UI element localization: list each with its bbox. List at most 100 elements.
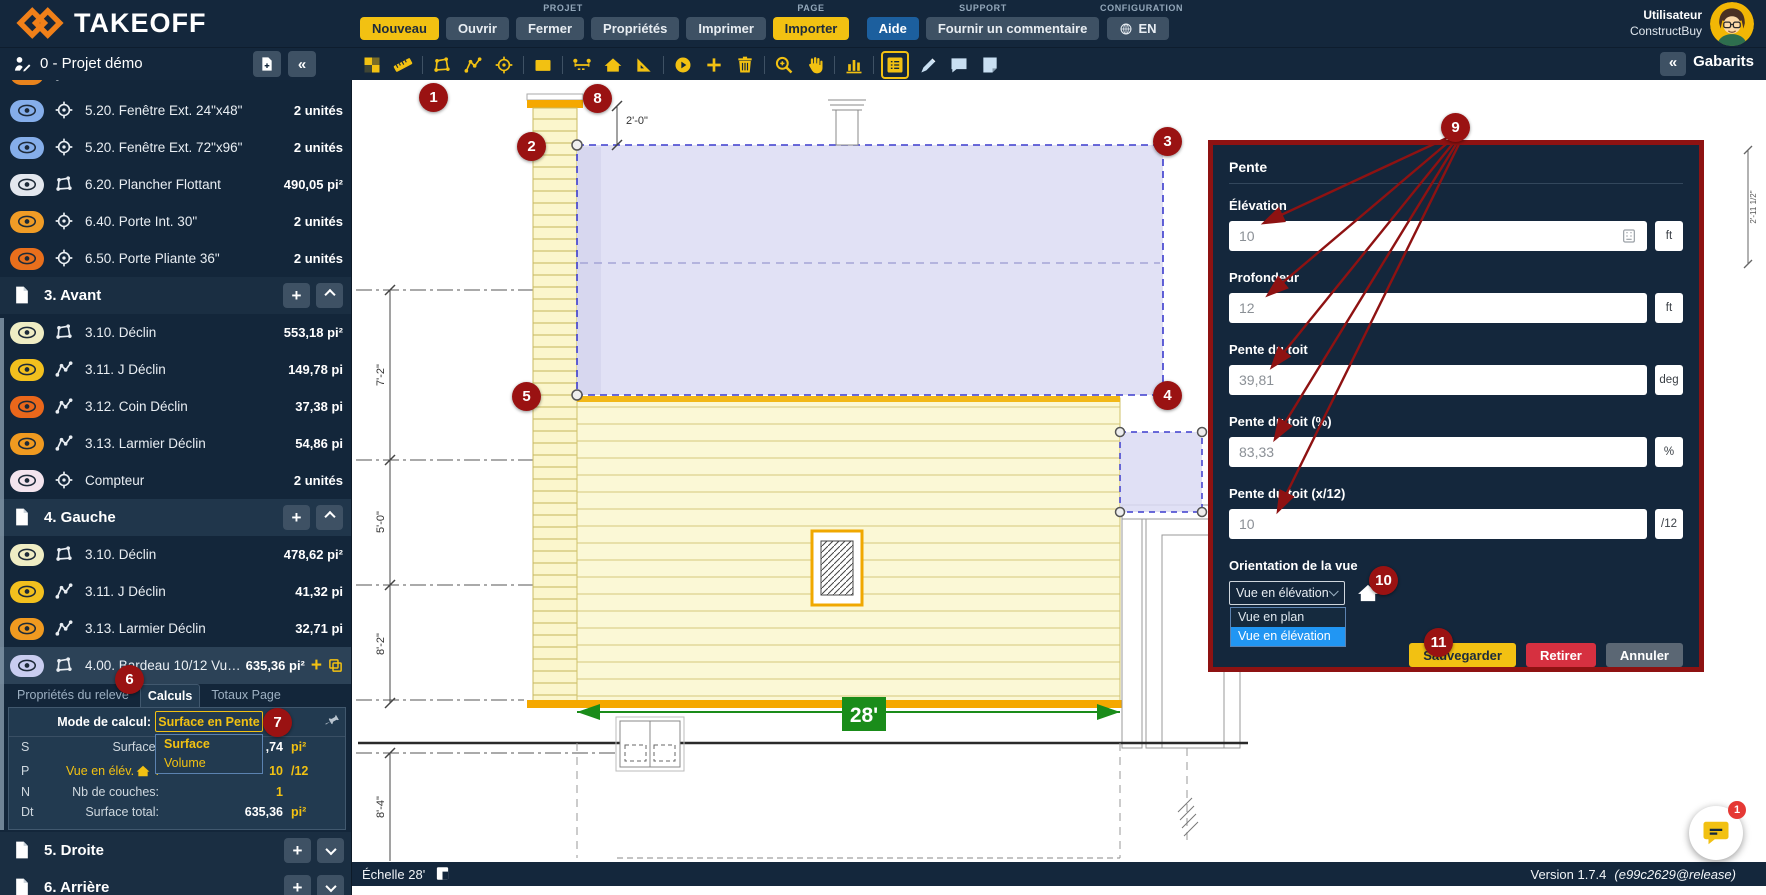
page-group-row[interactable]: 4. Gauche + xyxy=(0,499,351,536)
dialog-button[interactable]: Retirer xyxy=(1526,643,1596,667)
avatar[interactable] xyxy=(1710,2,1754,46)
add-item-button[interactable]: + xyxy=(284,838,311,863)
play-icon[interactable] xyxy=(671,53,695,77)
header-button[interactable]: Propriétés xyxy=(591,17,679,40)
takeoff-list-item[interactable]: 3.10. Déclin 478,62 pi² xyxy=(0,536,351,573)
comment-icon[interactable] xyxy=(947,53,971,77)
mode-option[interactable]: Surface xyxy=(156,735,262,754)
visibility-eye-toggle[interactable] xyxy=(10,470,44,492)
keypad-icon[interactable] xyxy=(1621,227,1637,245)
visibility-eye-toggle[interactable] xyxy=(10,433,44,455)
gable-selection[interactable] xyxy=(577,145,1163,395)
orientation-option[interactable]: Vue en plan xyxy=(1231,608,1345,627)
orientation-select[interactable]: Vue en élévation Vue en planVue en éléva… xyxy=(1229,581,1345,605)
header-button[interactable]: Importer xyxy=(773,17,850,40)
takeoff-list-item[interactable]: 3.11. J Déclin 41,32 pi xyxy=(0,573,351,610)
dialog-button[interactable]: Annuler xyxy=(1606,643,1683,667)
zoom-in-icon[interactable] xyxy=(772,53,796,77)
small-selection[interactable] xyxy=(1120,432,1202,512)
value-input[interactable]: 12 xyxy=(1229,293,1647,323)
header-button[interactable]: Nouveau xyxy=(360,17,439,40)
polyline-icon[interactable] xyxy=(461,53,485,77)
ruler-icon[interactable] xyxy=(391,53,415,77)
calc-label[interactable]: Surface total: xyxy=(17,805,159,819)
calc-label[interactable]: Nb de couches: xyxy=(17,785,159,799)
header-button[interactable]: Fournir un commentaire xyxy=(926,17,1100,40)
takeoff-list-item[interactable]: 5.20. Fenêtre Ext. 24"x48" 2 unités xyxy=(0,92,351,129)
visibility-eye-toggle[interactable] xyxy=(10,100,44,122)
add-item-button[interactable]: + xyxy=(283,283,310,308)
visibility-eye-toggle[interactable] xyxy=(10,359,44,381)
add-item-button[interactable]: + xyxy=(284,875,311,895)
mode-select[interactable]: Surface en Pente xyxy=(155,711,263,732)
page-orientation-icon[interactable] xyxy=(435,866,450,882)
visibility-eye-toggle[interactable] xyxy=(10,137,44,159)
visibility-eye-toggle[interactable] xyxy=(10,174,44,196)
visibility-eye-toggle[interactable] xyxy=(10,618,44,640)
dimension-icon[interactable] xyxy=(570,53,594,77)
takeoff-list-item[interactable]: 2.00. Cloison Int. xyxy=(0,80,351,92)
takeoff-list-item[interactable]: Compteur 2 unités xyxy=(0,462,351,499)
visibility-eye-toggle[interactable] xyxy=(10,396,44,418)
collapse-group-button[interactable] xyxy=(316,505,343,530)
value-input[interactable]: 10 xyxy=(1229,221,1647,251)
mode-option[interactable]: Volume xyxy=(156,754,262,773)
trash-icon[interactable] xyxy=(733,53,757,77)
visibility-eye-toggle[interactable] xyxy=(10,211,44,233)
takeoff-list-item[interactable]: 3.13. Larmier Déclin 32,71 pi xyxy=(0,610,351,647)
pan-hand-icon[interactable] xyxy=(803,53,827,77)
value-input[interactable]: 39,81 xyxy=(1229,365,1647,395)
expand-group-button[interactable] xyxy=(317,838,344,863)
collapse-sidebar-button[interactable]: « xyxy=(288,51,316,77)
highlighter-icon[interactable] xyxy=(916,53,940,77)
add-measure-button[interactable]: + xyxy=(311,656,322,675)
takeoff-list-item[interactable]: 6.20. Plancher Flottant 490,05 pi² xyxy=(0,166,351,203)
header-button[interactable]: Ouvrir xyxy=(446,17,509,40)
gabarits-label[interactable]: Gabarits xyxy=(1693,53,1754,70)
polygon-icon[interactable] xyxy=(430,53,454,77)
visibility-eye-toggle[interactable] xyxy=(10,655,44,677)
roof-pitch-icon[interactable] xyxy=(601,53,625,77)
collapse-gabarits-button[interactable]: « xyxy=(1660,52,1686,76)
visibility-eye-toggle[interactable] xyxy=(10,322,44,344)
rectangle-icon[interactable] xyxy=(531,53,555,77)
takeoff-list-item[interactable]: 6.50. Porte Pliante 36" 2 unités xyxy=(0,240,351,277)
header-button[interactable]: Aide xyxy=(867,17,919,40)
chart-icon[interactable] xyxy=(842,53,866,77)
visibility-eye-toggle[interactable] xyxy=(10,581,44,603)
calc-label[interactable]: Surface: xyxy=(17,740,159,754)
takeoff-list-item[interactable]: 3.12. Coin Déclin 37,38 pi xyxy=(0,388,351,425)
page-group-row[interactable]: 3. Avant + xyxy=(0,277,351,314)
takeoff-list-item[interactable]: 3.11. J Déclin 149,78 pi xyxy=(0,351,351,388)
add-icon[interactable] xyxy=(702,53,726,77)
expand-group-button[interactable] xyxy=(317,875,344,895)
value-input[interactable]: 83,33 xyxy=(1229,437,1647,467)
layers-icon[interactable] xyxy=(360,53,384,77)
chat-fab[interactable]: 1 xyxy=(1689,806,1743,860)
takeoff-list-item[interactable]: 4.00. Bardeau 10/12 Vue en… 635,36 pi² + xyxy=(0,647,351,684)
target-icon[interactable] xyxy=(492,53,516,77)
visibility-eye-toggle[interactable] xyxy=(10,248,44,270)
set-square-icon[interactable] xyxy=(632,53,656,77)
takeoff-list-item[interactable]: 3.10. Déclin 553,18 pi² xyxy=(0,314,351,351)
takeoff-list-item[interactable]: 5.20. Fenêtre Ext. 72"x96" 2 unités xyxy=(0,129,351,166)
calc-label[interactable]: Vue en élév. : xyxy=(17,764,159,778)
new-page-button[interactable] xyxy=(253,51,281,77)
visibility-eye-toggle[interactable] xyxy=(10,80,44,85)
details-tab[interactable]: Calculs xyxy=(140,684,200,707)
header-button[interactable]: Imprimer xyxy=(686,17,766,40)
language-button[interactable]: EN xyxy=(1107,17,1168,40)
takeoff-list-icon[interactable] xyxy=(881,51,909,79)
duplicate-button[interactable] xyxy=(328,658,343,673)
page-group-row[interactable]: 5. Droite + xyxy=(0,832,352,869)
collapse-group-button[interactable] xyxy=(316,283,343,308)
page-group-row[interactable]: 6. Arrière + xyxy=(0,869,352,895)
value-input[interactable]: 10 xyxy=(1229,509,1647,539)
add-item-button[interactable]: + xyxy=(283,505,310,530)
orientation-option[interactable]: Vue en élévation xyxy=(1231,627,1345,646)
details-tab[interactable]: Totaux Page xyxy=(204,684,288,707)
visibility-eye-toggle[interactable] xyxy=(10,544,44,566)
takeoff-list-item[interactable]: 3.13. Larmier Déclin 54,86 pi xyxy=(0,425,351,462)
note-icon[interactable] xyxy=(978,53,1002,77)
takeoff-list-item[interactable]: 6.40. Porte Int. 30" 2 unités xyxy=(0,203,351,240)
